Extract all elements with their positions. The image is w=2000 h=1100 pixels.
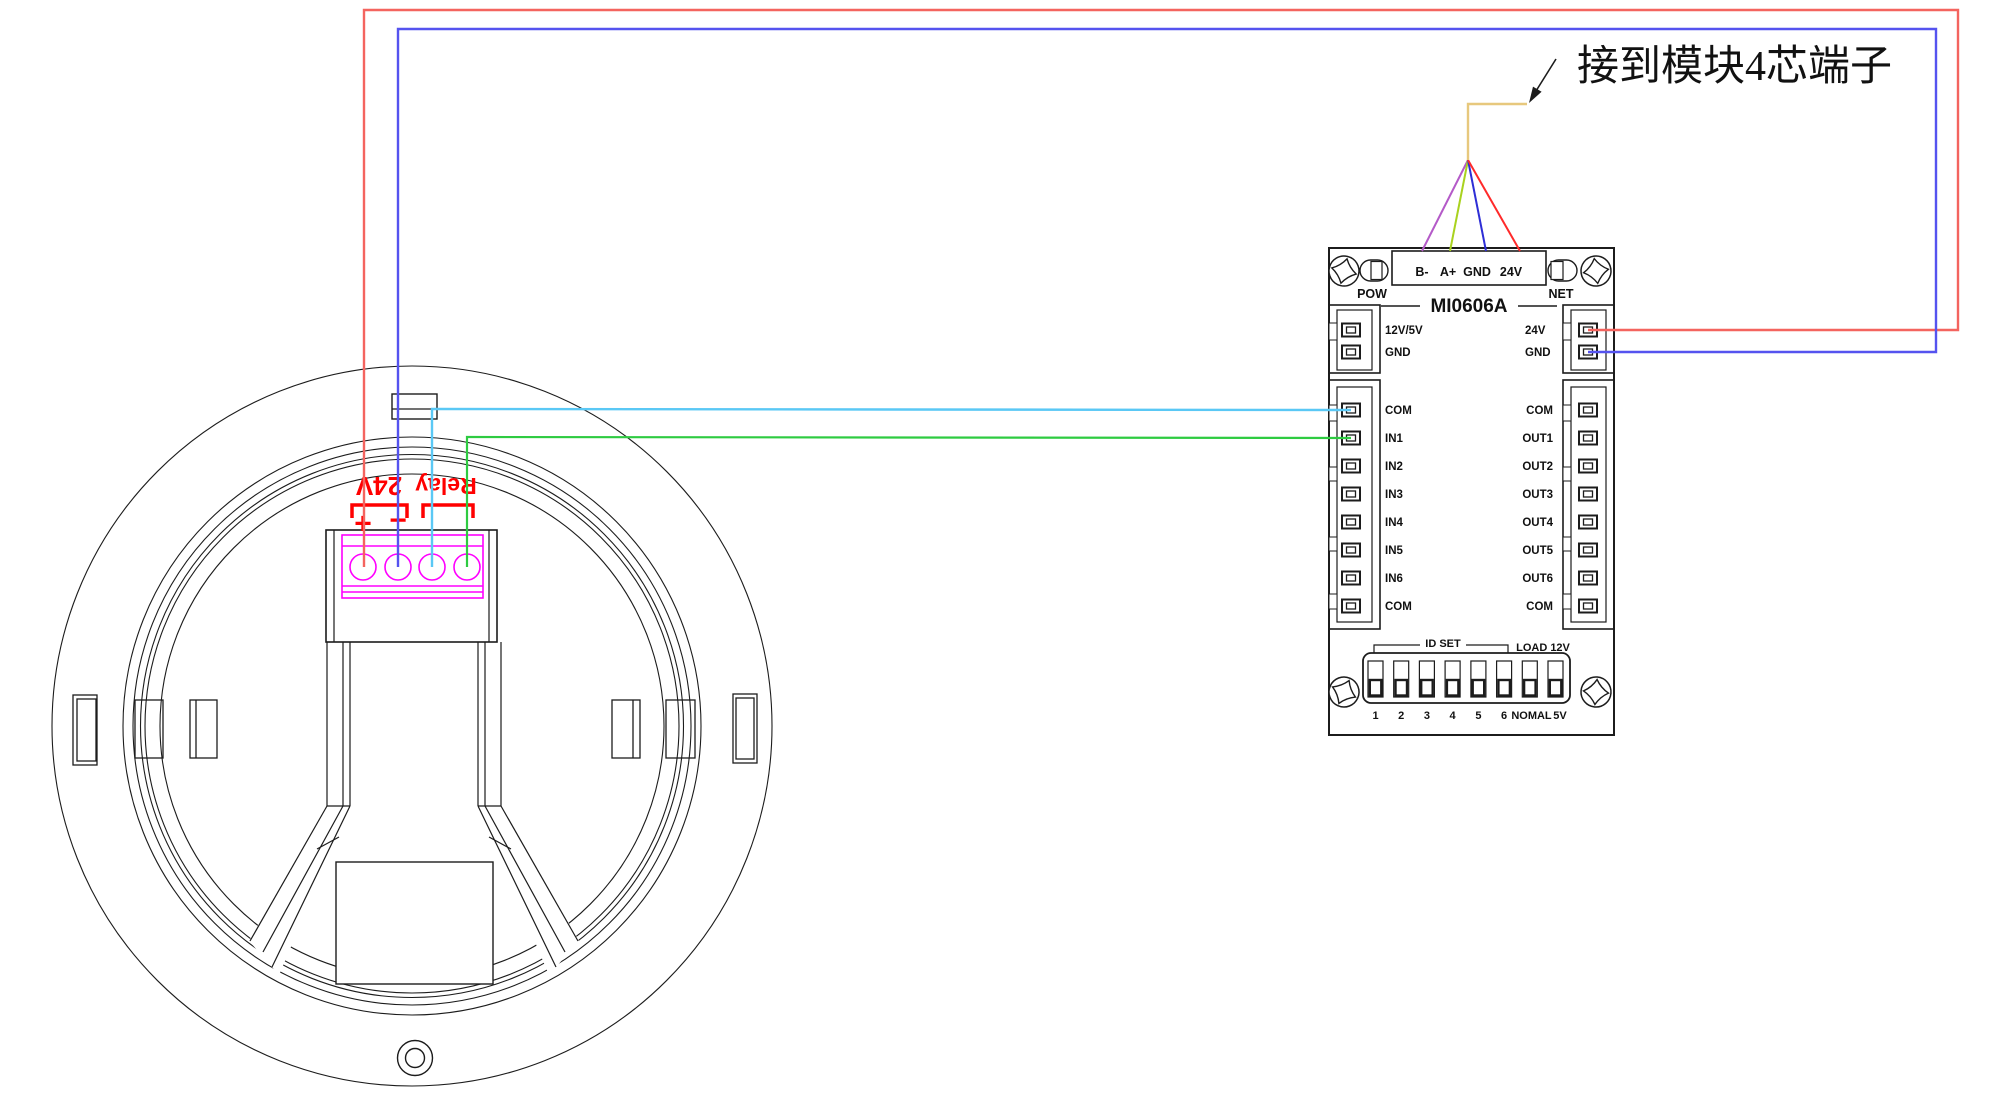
- dip-label-4: 4: [1450, 710, 1457, 722]
- terminal-power-label: 24V: [355, 471, 402, 501]
- dip-label-5: 5: [1475, 710, 1481, 722]
- pin-label-com: COM: [1385, 405, 1412, 417]
- bus-connector: B- A+ GND 24V: [1392, 251, 1546, 285]
- pin-label-in3: IN3: [1385, 489, 1403, 501]
- pin-label-in4: IN4: [1385, 517, 1404, 529]
- lead-gnd-blue: [1468, 160, 1486, 251]
- bus-terminal-label: 24V: [1500, 265, 1523, 279]
- mounting-slot-right-outer: [733, 694, 757, 763]
- channel-mask: [351, 642, 476, 808]
- pin-label-com: COM: [1526, 601, 1553, 613]
- lead-24v-red: [1468, 160, 1520, 251]
- relay-bracket: [423, 505, 473, 518]
- pin-label-com: COM: [1526, 405, 1553, 417]
- dip-label-1: 1: [1372, 710, 1378, 722]
- dip-label-2: 2: [1398, 710, 1404, 722]
- pin-label-in2: IN2: [1385, 461, 1403, 473]
- lead-b-minus-purple: [1422, 160, 1468, 251]
- dip-label-3: 3: [1424, 710, 1430, 722]
- pin-label-com: COM: [1385, 601, 1412, 613]
- mounting-slot-right-inner: [612, 700, 640, 758]
- lead-cable-yellow: [1468, 104, 1527, 160]
- io-module: B- A+ GND 24V POW NET MI0606A: [1324, 248, 1614, 735]
- pin-label-in6: IN6: [1385, 573, 1403, 585]
- bottom-mounting-hole: [398, 1041, 433, 1076]
- pin-label-in5: IN5: [1385, 545, 1404, 557]
- module-title: MI0606A: [1430, 296, 1507, 317]
- wire-gnd-blue: [398, 29, 1936, 567]
- dip-label-5v: 5V: [1553, 710, 1567, 722]
- pin-label-in1: IN1: [1385, 433, 1404, 445]
- junction-box: [336, 862, 493, 984]
- pin-label-out6: OUT6: [1522, 573, 1553, 585]
- pin-label-out5: OUT5: [1522, 545, 1553, 557]
- pin-label-gnd-right: GND: [1525, 347, 1551, 359]
- id-set-label: ID SET: [1425, 638, 1461, 650]
- bus-terminal-label: A+: [1440, 265, 1456, 279]
- bus-lead-group: 接到模块4芯端子: [1422, 44, 1892, 251]
- pow-indicator-icon: [1360, 260, 1388, 281]
- wiring-diagram-page: 24V Relay + −: [0, 0, 2000, 1100]
- pin-label-out1: OUT1: [1522, 433, 1553, 445]
- wiring: [364, 10, 1958, 567]
- wiring-diagram: 24V Relay + −: [0, 0, 2000, 1100]
- detector-base: 24V Relay + −: [52, 366, 772, 1086]
- wire-com-cyan: [432, 409, 1351, 567]
- mounting-slot-left-outer: [73, 695, 97, 765]
- bus-terminal-label: GND: [1463, 265, 1491, 279]
- wire-24v-red: [364, 10, 1958, 567]
- pin-label-out4: OUT4: [1522, 517, 1553, 529]
- pin-label-24v: 24V: [1525, 325, 1546, 337]
- dip-label-6: 6: [1501, 710, 1507, 722]
- pin-label-out2: OUT2: [1522, 461, 1553, 473]
- lead-a-plus-yellowgreen: [1450, 160, 1468, 251]
- dip-label-nomal: NOMAL: [1511, 710, 1552, 722]
- net-indicator-icon: [1548, 260, 1577, 281]
- net-label: NET: [1549, 287, 1574, 301]
- annotation-arrow-icon: [1529, 59, 1556, 103]
- annotation-text: 接到模块4芯端子: [1577, 44, 1892, 90]
- pin-label-gnd-left: GND: [1385, 347, 1411, 359]
- wire-in1-green: [467, 437, 1351, 567]
- pow-label: POW: [1357, 287, 1387, 301]
- mounting-slot-left-inner: [190, 700, 217, 758]
- mounting-slot-left-mid: [135, 700, 163, 758]
- bus-terminal-label: B-: [1415, 265, 1428, 279]
- pin-label-12v5v: 12V/5V: [1385, 325, 1423, 337]
- pin-label-out3: OUT3: [1522, 489, 1553, 501]
